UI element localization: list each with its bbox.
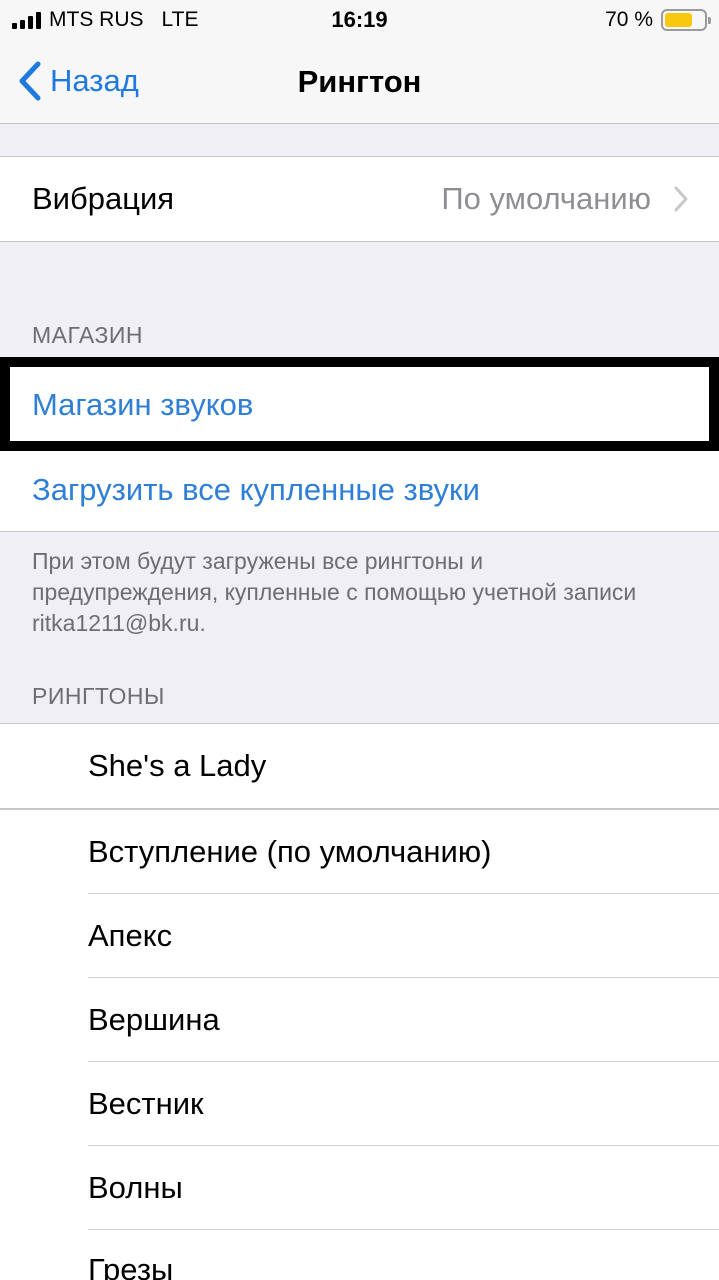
ringtone-row[interactable]: Вершина [0, 978, 719, 1062]
page-title: Рингтон [297, 64, 422, 99]
ringtone-label: Вершина [88, 1002, 220, 1037]
tone-store-row[interactable]: Магазин звуков [0, 363, 719, 447]
ringtones-list: Вступление (по умолчанию) Апекс Вершина … [0, 810, 719, 1280]
store-group: Магазин звуков Загрузить все купленные з… [0, 362, 719, 532]
battery-fill [665, 13, 692, 27]
download-all-row[interactable]: Загрузить все купленные звуки [0, 447, 719, 531]
download-all-label: Загрузить все купленные звуки [32, 471, 480, 507]
navigation-bar: Назад Рингтон [0, 40, 719, 124]
status-bar: MTS RUS LTE 16:19 70 % [0, 0, 719, 40]
ringtone-label: Апекс [88, 918, 173, 953]
status-right: 70 % [605, 8, 711, 32]
vibration-row[interactable]: Вибрация По умолчанию [0, 157, 719, 241]
chevron-right-icon [674, 186, 688, 212]
tone-store-label: Магазин звуков [32, 387, 254, 422]
ringtones-section-header: РИНГТОНЫ [32, 683, 165, 709]
ringtone-row[interactable]: Вступление (по умолчанию) [0, 810, 719, 894]
ringtone-row[interactable]: Волны [0, 1146, 719, 1230]
ringtone-label: Волны [88, 1170, 183, 1205]
ringtone-row[interactable]: Вестник [0, 1062, 719, 1146]
battery-percent: 70 % [605, 8, 653, 31]
ringtone-label: She's a Lady [88, 748, 267, 783]
vibration-group: Вибрация По умолчанию [0, 156, 719, 242]
ringtone-row[interactable]: Грезы [0, 1230, 719, 1280]
ringtone-label: Вестник [88, 1086, 204, 1121]
custom-ringtones-group: She's a Lady [0, 723, 719, 811]
ringtone-row-custom[interactable]: She's a Lady [0, 724, 719, 808]
vibration-label: Вибрация [32, 181, 175, 216]
ringtone-label: Вступление (по умолчанию) [88, 834, 492, 869]
battery-icon [661, 9, 711, 31]
ringtone-label: Грезы [88, 1252, 174, 1280]
vibration-value: По умолчанию [441, 181, 651, 216]
store-footer-note: При этом будут загружены все рингтоны и … [32, 548, 637, 636]
store-section-header: МАГАЗИН [32, 322, 144, 348]
ringtone-row[interactable]: Апекс [0, 894, 719, 978]
